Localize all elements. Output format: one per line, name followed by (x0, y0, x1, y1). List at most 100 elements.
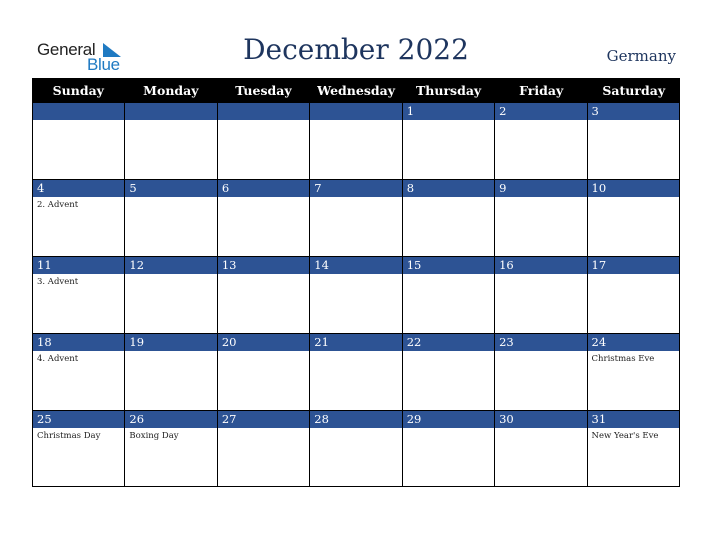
holiday-label (495, 428, 586, 431)
day-number: 31 (587, 411, 679, 428)
day-cell: 5 (125, 180, 218, 257)
day-number: 8 (402, 180, 495, 197)
day-cell: 4 2. Advent (33, 180, 126, 257)
day-number: 19 (125, 334, 217, 351)
holiday-label (495, 197, 586, 200)
weekday-tuesday: Tuesday (235, 83, 292, 98)
day-number (310, 103, 402, 120)
day-cell: 25 Christmas Day (33, 411, 126, 487)
day-cell: 24 Christmas Eve (587, 334, 680, 411)
day-cell: 20 (217, 334, 311, 411)
day-number: 6 (217, 180, 310, 197)
day-cell: 28 (310, 411, 403, 487)
day-number: 18 (33, 334, 125, 351)
day-number: 28 (310, 411, 402, 428)
day-number: 1 (402, 103, 495, 120)
day-number: 23 (495, 334, 587, 351)
day-cell: 14 (310, 257, 403, 334)
day-number: 16 (495, 257, 587, 274)
day-cell: 19 (125, 334, 218, 411)
day-cell: 26 Boxing Day (125, 411, 218, 487)
day-number: 12 (125, 257, 217, 274)
day-number: 3 (587, 103, 679, 120)
holiday-label: Christmas Eve (591, 354, 655, 364)
holiday-label (310, 351, 401, 354)
day-cell: 11 3. Advent (33, 257, 126, 334)
week-row: 123 (32, 103, 680, 180)
holiday-label (495, 274, 586, 277)
day-number: 30 (495, 411, 587, 428)
week-row: 4 2. Advent 5 6 7 8 9 10 (32, 180, 680, 257)
holiday-label (588, 197, 679, 200)
day-cell: 18 4. Advent (33, 334, 126, 411)
day-cell: 12 (125, 257, 218, 334)
day-number: 13 (217, 257, 310, 274)
day-cell: 16 (495, 257, 588, 334)
day-number: 21 (310, 334, 402, 351)
country-label: Germany (606, 47, 676, 65)
day-number: 26 (125, 411, 217, 428)
holiday-label (218, 428, 309, 431)
day-number: 9 (495, 180, 587, 197)
holiday-label (310, 120, 401, 123)
holiday-label: 2. Advent (37, 200, 79, 210)
day-number: 11 (33, 257, 125, 274)
day-number: 2 (495, 103, 587, 120)
weekday-friday: Friday (519, 83, 564, 98)
holiday-label (495, 351, 586, 354)
holiday-label (495, 120, 586, 123)
holiday-label (218, 197, 309, 200)
calendar-grid: Sunday Monday Tuesday Wednesday Thursday… (32, 78, 680, 487)
holiday-label (310, 274, 401, 277)
day-number: 5 (125, 180, 217, 197)
day-number: 15 (402, 257, 495, 274)
weekday-saturday: Saturday (602, 83, 666, 98)
day-cell: 10 (587, 180, 680, 257)
holiday-label: New Year's Eve (591, 431, 659, 441)
holiday-label: Christmas Day (37, 431, 101, 441)
weekday-header: Sunday Monday Tuesday Wednesday Thursday… (32, 78, 680, 103)
week-row: 18 4. Advent 19 20 21 22 23 24 Christmas Eve (32, 334, 680, 411)
holiday-label: 3. Advent (37, 277, 79, 287)
holiday-label (403, 428, 494, 431)
day-cell: 2 (495, 103, 588, 180)
day-cell: 3 (587, 103, 680, 180)
day-number (217, 103, 310, 120)
day-number: 24 (587, 334, 679, 351)
holiday-label (403, 197, 494, 200)
day-number: 14 (310, 257, 402, 274)
day-number: 20 (217, 334, 310, 351)
holiday-label (218, 274, 309, 277)
weekday-monday: Monday (143, 83, 199, 98)
holiday-label (310, 197, 401, 200)
day-cell: 6 (217, 180, 311, 257)
day-cell: 7 (310, 180, 403, 257)
day-number: 25 (33, 411, 125, 428)
day-cell: 8 (402, 180, 496, 257)
holiday-label (588, 274, 679, 277)
day-cell: 21 (310, 334, 403, 411)
day-cell (217, 103, 311, 180)
holiday-label (125, 197, 216, 200)
week-row: 25 Christmas Day 26 Boxing Day 27 28 29 30 31 New… (32, 411, 680, 487)
day-number: 27 (217, 411, 310, 428)
calendar-title: December 2022 (0, 33, 712, 66)
day-number: 29 (402, 411, 495, 428)
holiday-label (125, 351, 216, 354)
day-number: 10 (587, 180, 679, 197)
holiday-label (218, 120, 309, 123)
day-cell (125, 103, 218, 180)
holiday-label (403, 120, 494, 123)
day-cell: 22 (402, 334, 496, 411)
day-number: 22 (402, 334, 495, 351)
day-number: 17 (587, 257, 679, 274)
holiday-label (125, 274, 216, 277)
day-cell: 23 (495, 334, 588, 411)
day-cell: 30 (495, 411, 588, 487)
holiday-label (588, 120, 679, 123)
day-number (125, 103, 217, 120)
day-cell (33, 103, 126, 180)
weeks-container: 1 2 3 4 2. Advent 5 6 7 8 9 10 11 3. Advent 12 13 14 15 1… (32, 103, 680, 487)
holiday-label (310, 428, 401, 431)
day-cell: 31 New Year's Eve (587, 411, 680, 487)
